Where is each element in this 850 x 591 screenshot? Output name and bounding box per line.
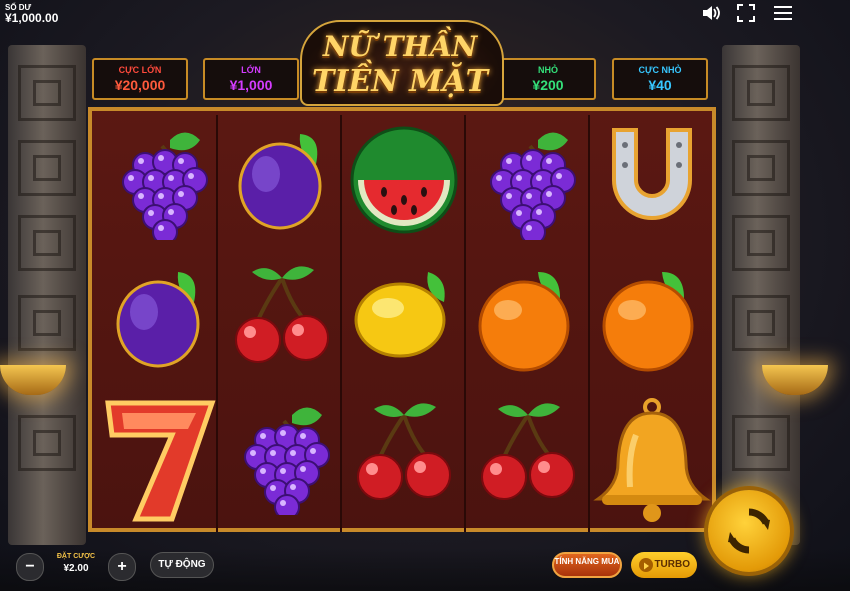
jackpot-major: LỚN ¥1,000 (203, 58, 299, 100)
grapes-symbol (100, 120, 220, 250)
cherries-symbol (468, 395, 588, 525)
speaker-icon[interactable] (701, 4, 721, 22)
jackpot-major-name: LỚN (241, 65, 261, 75)
horseshoe-symbol (592, 120, 712, 250)
logo-title-line1: NỮ THẦN (322, 30, 478, 63)
bet-decrease-button[interactable]: − (16, 553, 44, 581)
balance-value: ¥1,000.00 (5, 11, 59, 25)
turbo-play-icon (639, 558, 653, 572)
fullscreen-icon[interactable] (737, 4, 757, 22)
spin-arrows-icon (728, 508, 770, 554)
jackpot-grand-name: CỰC LỚN (118, 65, 162, 75)
autoplay-button[interactable]: TỰ ĐỘNG (150, 552, 214, 578)
bet-increase-button[interactable]: + (108, 553, 136, 581)
jackpot-mini-name: CỰC NHỎ (638, 65, 682, 75)
lemon-symbol (344, 258, 464, 388)
jackpot-minor: NHỎ ¥200 (500, 58, 596, 100)
plum-symbol (100, 258, 220, 388)
turbo-label: TURBO (654, 559, 690, 570)
menu-icon[interactable] (773, 4, 793, 22)
jackpot-grand: CỰC LỚN ¥20,000 (92, 58, 188, 100)
turbo-button[interactable]: TURBO (631, 552, 697, 578)
seven-symbol (100, 395, 220, 525)
orange-symbol (468, 258, 588, 388)
watermelon-symbol (344, 120, 464, 250)
jackpot-mini-value: ¥40 (648, 77, 672, 93)
jackpot-grand-value: ¥20,000 (114, 77, 166, 93)
buy-feature-button[interactable]: TÍNH NĂNG MUA (552, 552, 622, 578)
bet-value: ¥2.00 (63, 563, 89, 574)
logo-title-line2: TIỀN MẶT (312, 64, 488, 99)
cherries-symbol (222, 258, 342, 388)
bet-label: ĐẶT CƯỢC (56, 553, 96, 560)
grapes-symbol (222, 395, 342, 525)
jackpot-mini: CỰC NHỎ ¥40 (612, 58, 708, 100)
jackpot-minor-name: NHỎ (538, 65, 558, 75)
bell-symbol (592, 395, 712, 525)
left-pillar (8, 45, 86, 545)
grapes-symbol (468, 120, 588, 250)
cherries-symbol (344, 395, 464, 525)
jackpot-major-value: ¥1,000 (229, 77, 273, 93)
orange-symbol (592, 258, 712, 388)
right-pillar (722, 45, 800, 545)
jackpot-minor-value: ¥200 (532, 77, 564, 93)
spin-button[interactable] (708, 490, 790, 572)
bet-display: ĐẶT CƯỢC ¥2.00 (48, 551, 104, 579)
plum-symbol (222, 120, 342, 250)
